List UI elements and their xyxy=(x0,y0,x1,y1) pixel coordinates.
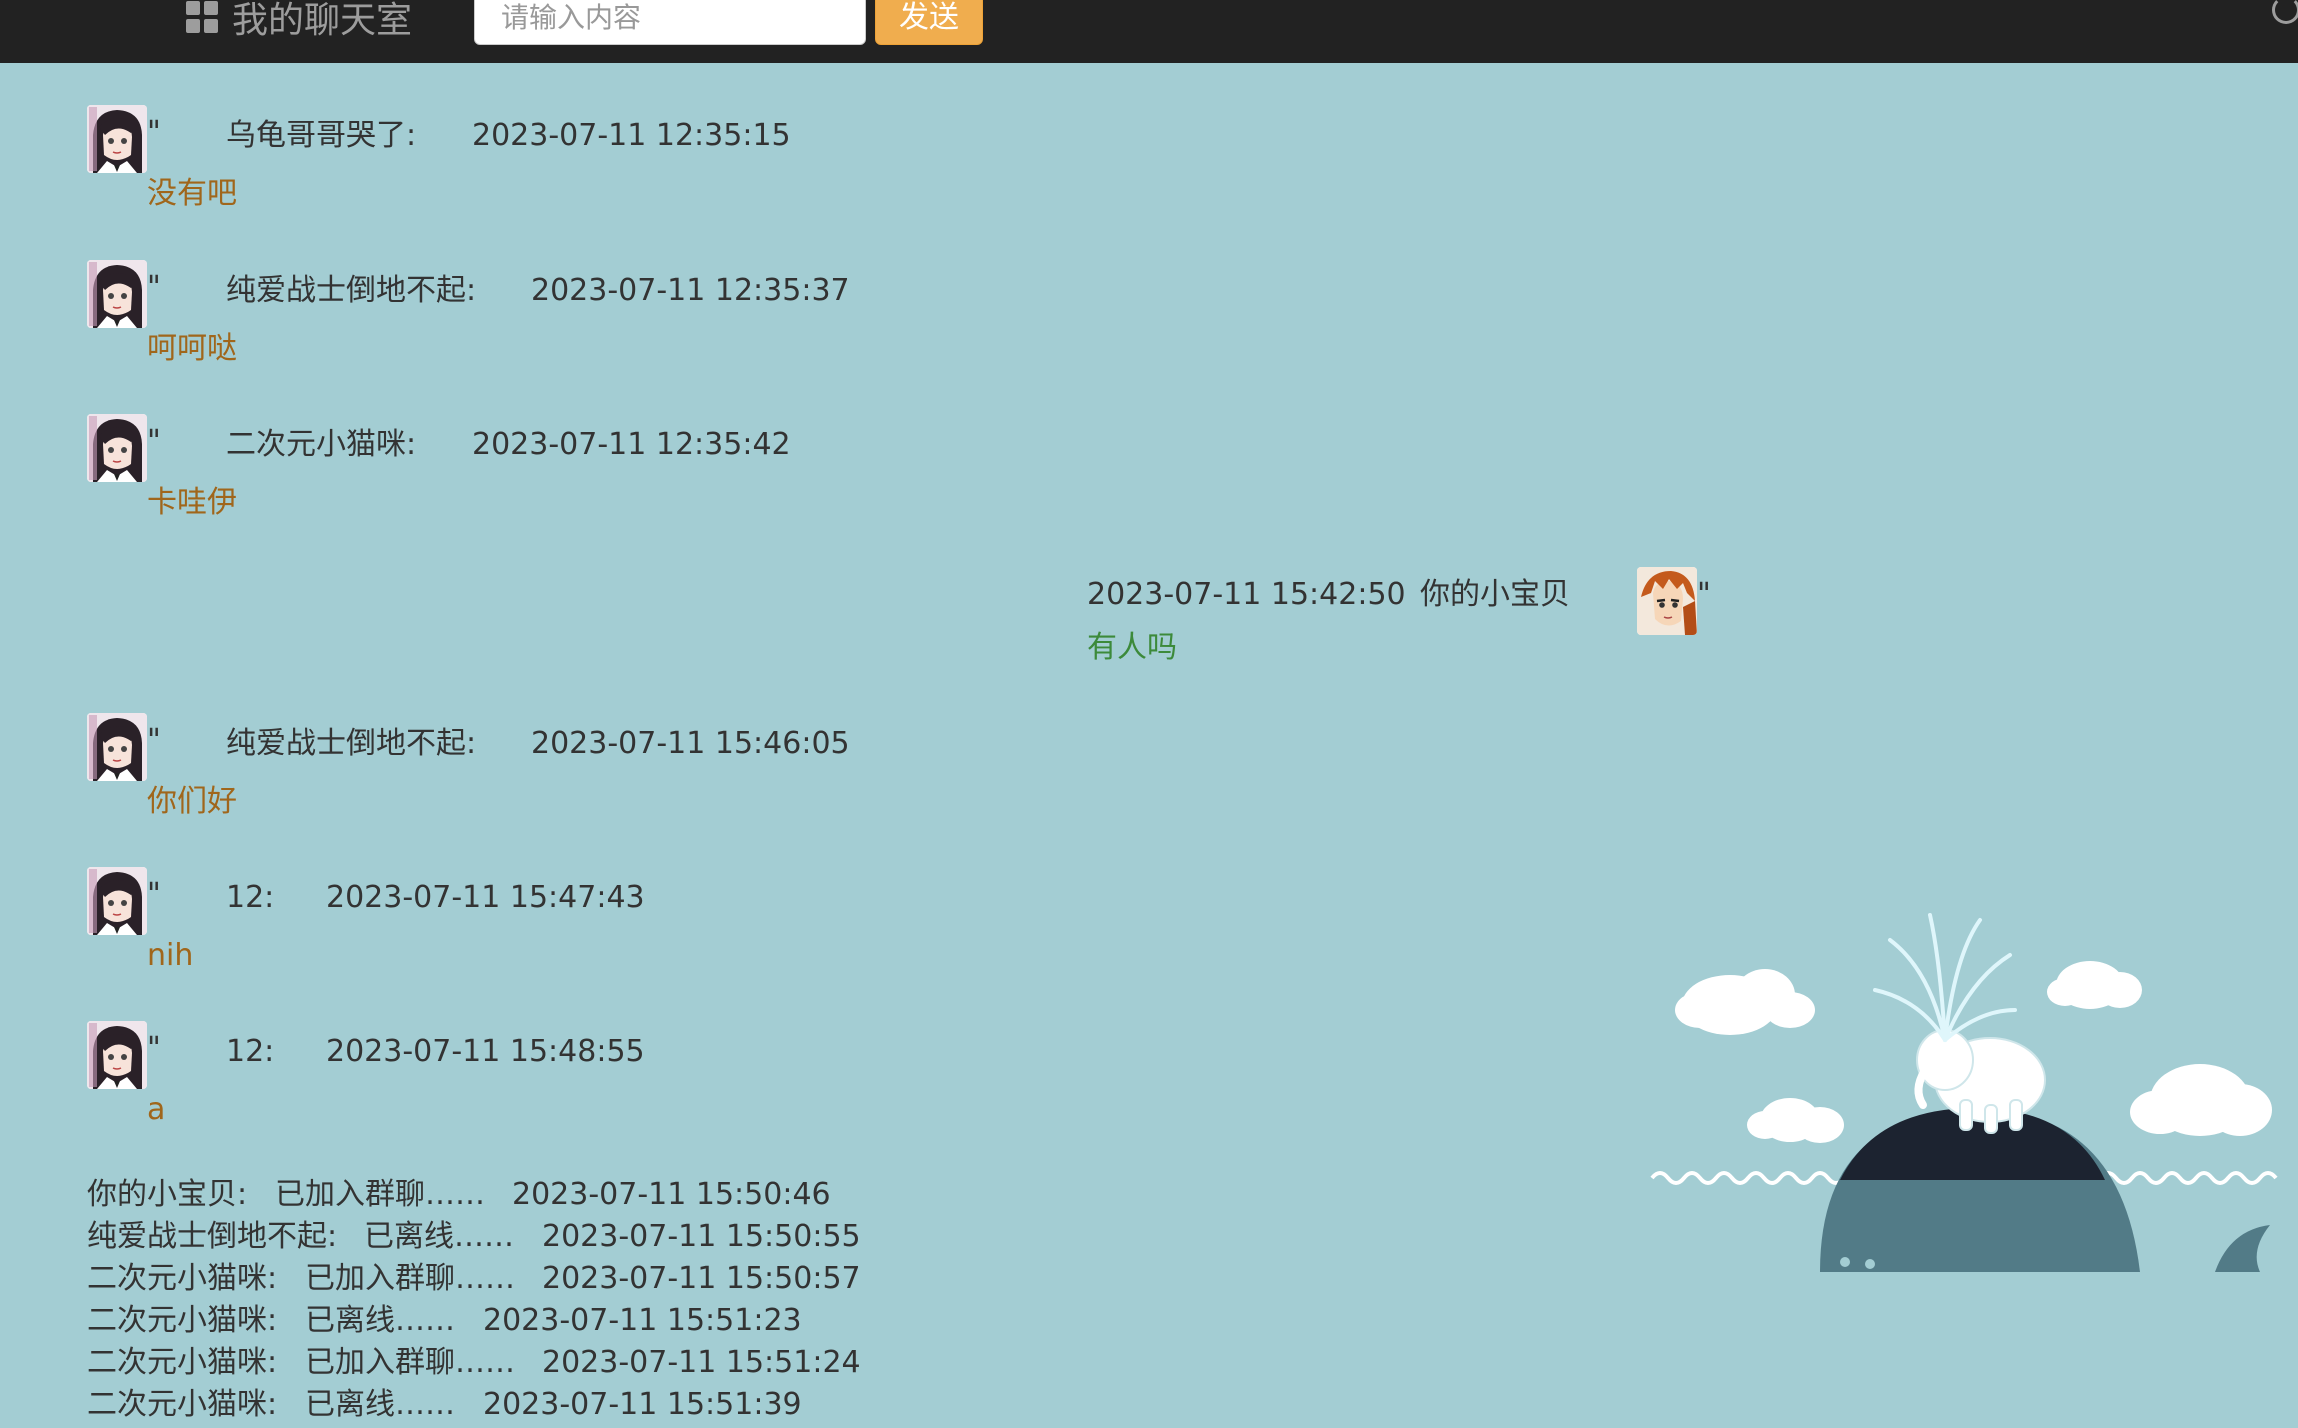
avatar-quote: " xyxy=(147,877,161,912)
whale-elephant-illustration xyxy=(1650,913,2278,1272)
avatar-quote: " xyxy=(147,115,161,150)
message-username: 纯爱战士倒地不起: xyxy=(226,726,477,761)
avatar-girl-icon xyxy=(87,260,147,328)
avatar-quote: " xyxy=(147,1031,161,1066)
log-user: 二次元小猫咪: xyxy=(87,1303,278,1338)
avatar-quote: " xyxy=(1697,577,1711,612)
avatar-quote: " xyxy=(147,723,161,758)
message-text: 卡哇伊 xyxy=(147,485,237,520)
avatar-quote: " xyxy=(147,270,161,305)
log-event: 已加入群聊…… xyxy=(305,1345,515,1380)
page-title: 我的聊天室 xyxy=(232,0,413,41)
message-time: 2023-07-11 12:35:15 xyxy=(472,118,791,153)
log-user: 二次元小猫咪: xyxy=(87,1345,278,1380)
message-text: 你们好 xyxy=(147,784,237,819)
log-event: 已离线…… xyxy=(305,1387,455,1422)
message-username: 二次元小猫咪: xyxy=(226,427,417,462)
log-event: 已离线…… xyxy=(364,1219,514,1254)
message-username: 12: xyxy=(226,1034,275,1069)
refresh-icon[interactable] xyxy=(2272,0,2298,24)
log-user: 纯爱战士倒地不起: xyxy=(87,1219,338,1254)
message-username: 乌龟哥哥哭了: xyxy=(226,118,417,153)
message-username: 纯爱战士倒地不起: xyxy=(226,273,477,308)
avatar-girl-icon xyxy=(87,867,147,935)
log-user: 二次元小猫咪: xyxy=(87,1387,278,1422)
log-event: 已加入群聊…… xyxy=(305,1261,515,1296)
avatar-boy-icon xyxy=(1637,567,1697,635)
message-time: 2023-07-11 15:47:43 xyxy=(326,880,645,915)
message-text: a xyxy=(147,1092,166,1127)
avatar-quote: " xyxy=(147,424,161,459)
grid-icon xyxy=(186,1,218,33)
message-time: 2023-07-11 15:46:05 xyxy=(531,726,850,761)
message-text: 有人吗 xyxy=(1087,630,1177,665)
message-username: 你的小宝贝 xyxy=(1420,577,1570,612)
message-time: 2023-07-11 15:42:50 xyxy=(1087,577,1406,612)
log-event: 已加入群聊…… xyxy=(275,1177,485,1212)
log-user: 你的小宝贝: xyxy=(87,1177,248,1212)
log-time: 2023-07-11 15:50:57 xyxy=(542,1261,861,1296)
message-text: 没有吧 xyxy=(147,176,237,211)
avatar-girl-icon xyxy=(87,713,147,781)
log-time: 2023-07-11 15:50:46 xyxy=(512,1177,831,1212)
message-time: 2023-07-11 15:48:55 xyxy=(326,1034,645,1069)
brand[interactable]: 我的聊天室 xyxy=(186,0,412,42)
log-time: 2023-07-11 15:51:23 xyxy=(483,1303,802,1338)
navbar: 我的聊天室 发送 xyxy=(0,0,2298,63)
message-text: 呵呵哒 xyxy=(147,331,237,366)
log-time: 2023-07-11 15:50:55 xyxy=(542,1219,861,1254)
log-event: 已离线…… xyxy=(305,1303,455,1338)
message-username: 12: xyxy=(226,880,275,915)
message-text: nih xyxy=(147,938,194,973)
send-button[interactable]: 发送 xyxy=(875,0,983,45)
log-user: 二次元小猫咪: xyxy=(87,1261,278,1296)
message-time: 2023-07-11 12:35:42 xyxy=(472,427,791,462)
log-time: 2023-07-11 15:51:39 xyxy=(483,1387,802,1422)
message-input[interactable] xyxy=(474,0,866,45)
log-time: 2023-07-11 15:51:24 xyxy=(542,1345,861,1380)
avatar-girl-icon xyxy=(87,105,147,173)
message-time: 2023-07-11 12:35:37 xyxy=(531,273,850,308)
avatar-girl-icon xyxy=(87,414,147,482)
avatar-girl-icon xyxy=(87,1021,147,1089)
